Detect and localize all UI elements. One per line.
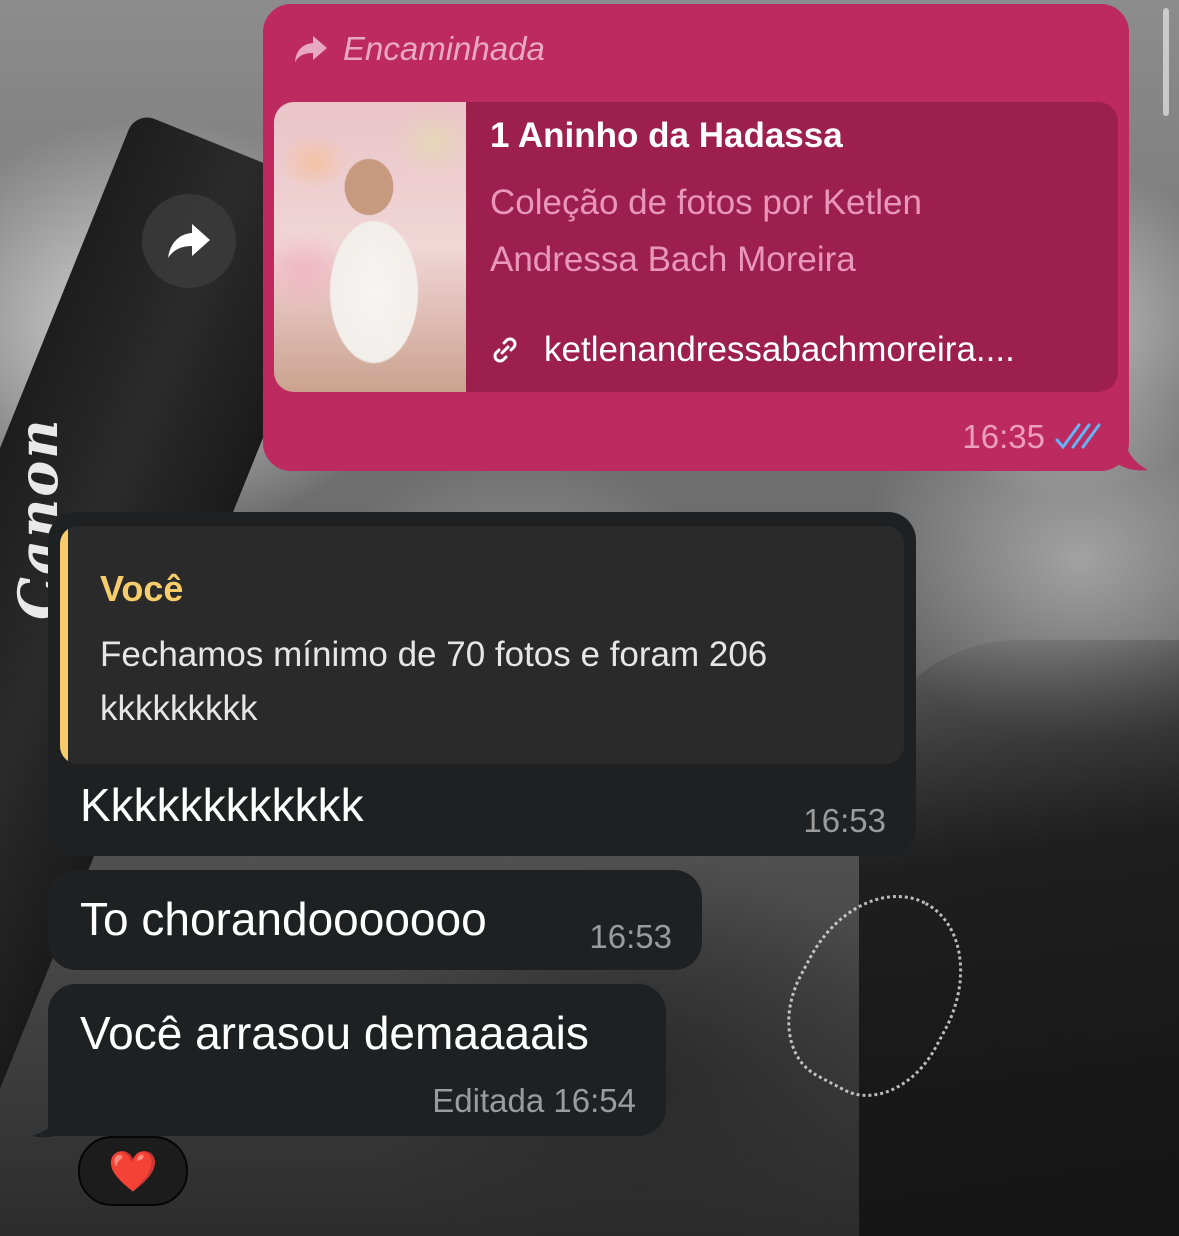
- link-description: Coleção de fotos por Ketlen Andressa Bac…: [490, 183, 922, 279]
- link-preview-card[interactable]: 1 Aninho da Hadassa Coleção de fotos por…: [274, 102, 1118, 392]
- incoming-message-bubble[interactable]: Você arrasou demaaaais Editada 16:54: [48, 984, 666, 1136]
- share-icon: [168, 224, 210, 258]
- reply-quote[interactable]: Você Fechamos mínimo de 70 fotos e foram…: [60, 526, 904, 764]
- forward-arrow-icon: [295, 36, 327, 62]
- message-time: 16:53: [589, 918, 672, 955]
- link-url-row[interactable]: ketlenandressabachmoreira....: [490, 330, 1015, 370]
- heart-reaction-icon: ❤️: [108, 1149, 158, 1194]
- reaction-badge[interactable]: ❤️: [78, 1136, 188, 1206]
- quote-accent-bar: [60, 526, 68, 764]
- double-check-icon: [1055, 423, 1101, 450]
- scrollbar[interactable]: [1163, 8, 1169, 116]
- link-icon: [493, 337, 517, 363]
- quote-text: Fechamos mínimo de 70 fotos e foram 206 …: [100, 635, 768, 728]
- message-text: Você arrasou demaaaais: [80, 1007, 589, 1059]
- message-text: To chorandooooooo: [80, 893, 487, 945]
- link-thumbnail: [274, 102, 466, 392]
- share-button[interactable]: [142, 194, 236, 288]
- message-time: 16:54: [553, 1082, 636, 1119]
- quote-author: Você: [100, 568, 184, 609]
- outgoing-meta: 16:35: [962, 418, 1101, 456]
- edited-label: Editada: [432, 1082, 545, 1119]
- message-time: 16:53: [803, 802, 886, 839]
- message-time: 16:35: [962, 418, 1045, 455]
- forwarded-header: Encaminhada: [293, 30, 545, 68]
- incoming-message-bubble[interactable]: To chorandooooooo 16:53: [48, 870, 702, 970]
- link-title: 1 Aninho da Hadassa: [490, 116, 843, 155]
- forwarded-label: Encaminhada: [343, 30, 545, 67]
- message-meta: Editada 16:54: [432, 1082, 636, 1120]
- message-text: Kkkkkkkkkkkk: [80, 779, 364, 831]
- outgoing-message-bubble[interactable]: Encaminhada 1 Aninho da Hadassa Coleção …: [263, 4, 1129, 471]
- link-url: ketlenandressabachmoreira....: [544, 330, 1015, 369]
- incoming-message-bubble[interactable]: Você Fechamos mínimo de 70 fotos e foram…: [48, 512, 916, 856]
